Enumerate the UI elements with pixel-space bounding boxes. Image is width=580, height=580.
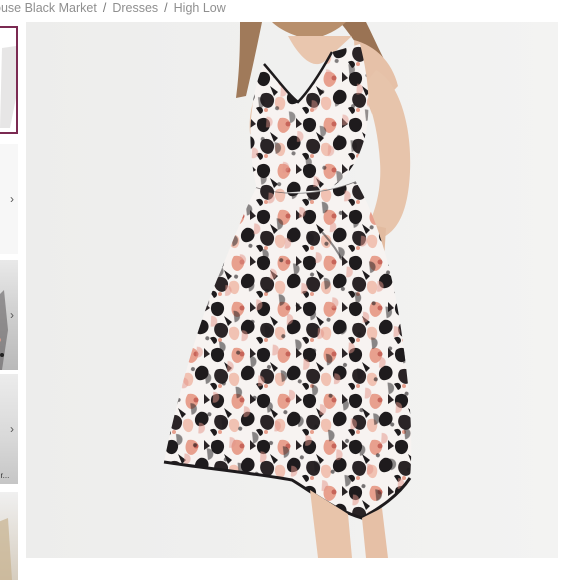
thumbnail-rail: › › › gr... (0, 22, 20, 580)
thumbnail-5[interactable] (0, 492, 18, 580)
breadcrumb-separator: / (102, 1, 107, 15)
breadcrumb-current: High Low (173, 1, 226, 15)
thumbnail-2[interactable]: › (0, 144, 18, 254)
breadcrumb-separator: / (164, 1, 168, 15)
thumbnail-dress-image (0, 28, 16, 132)
breadcrumb: ouse Black Market / Dresses / High Low (0, 0, 580, 18)
thumbnail-4[interactable]: › gr... (0, 374, 18, 484)
breadcrumb-link-dresses[interactable]: Dresses (112, 1, 158, 15)
floral-dress-photo (26, 22, 558, 558)
chevron-right-icon: › (10, 422, 14, 436)
chevron-right-icon: › (10, 308, 14, 322)
thumbnail-selected[interactable] (0, 26, 18, 134)
product-main-image[interactable] (26, 22, 558, 558)
thumbnail-caption: gr... (0, 471, 10, 480)
thumbnail-dress-image (0, 290, 8, 370)
thumbnail-dress-image (0, 518, 12, 580)
thumbnail-3[interactable]: › (0, 260, 18, 370)
chevron-right-icon: › (10, 192, 14, 206)
breadcrumb-link-brand[interactable]: ouse Black Market (0, 1, 97, 15)
